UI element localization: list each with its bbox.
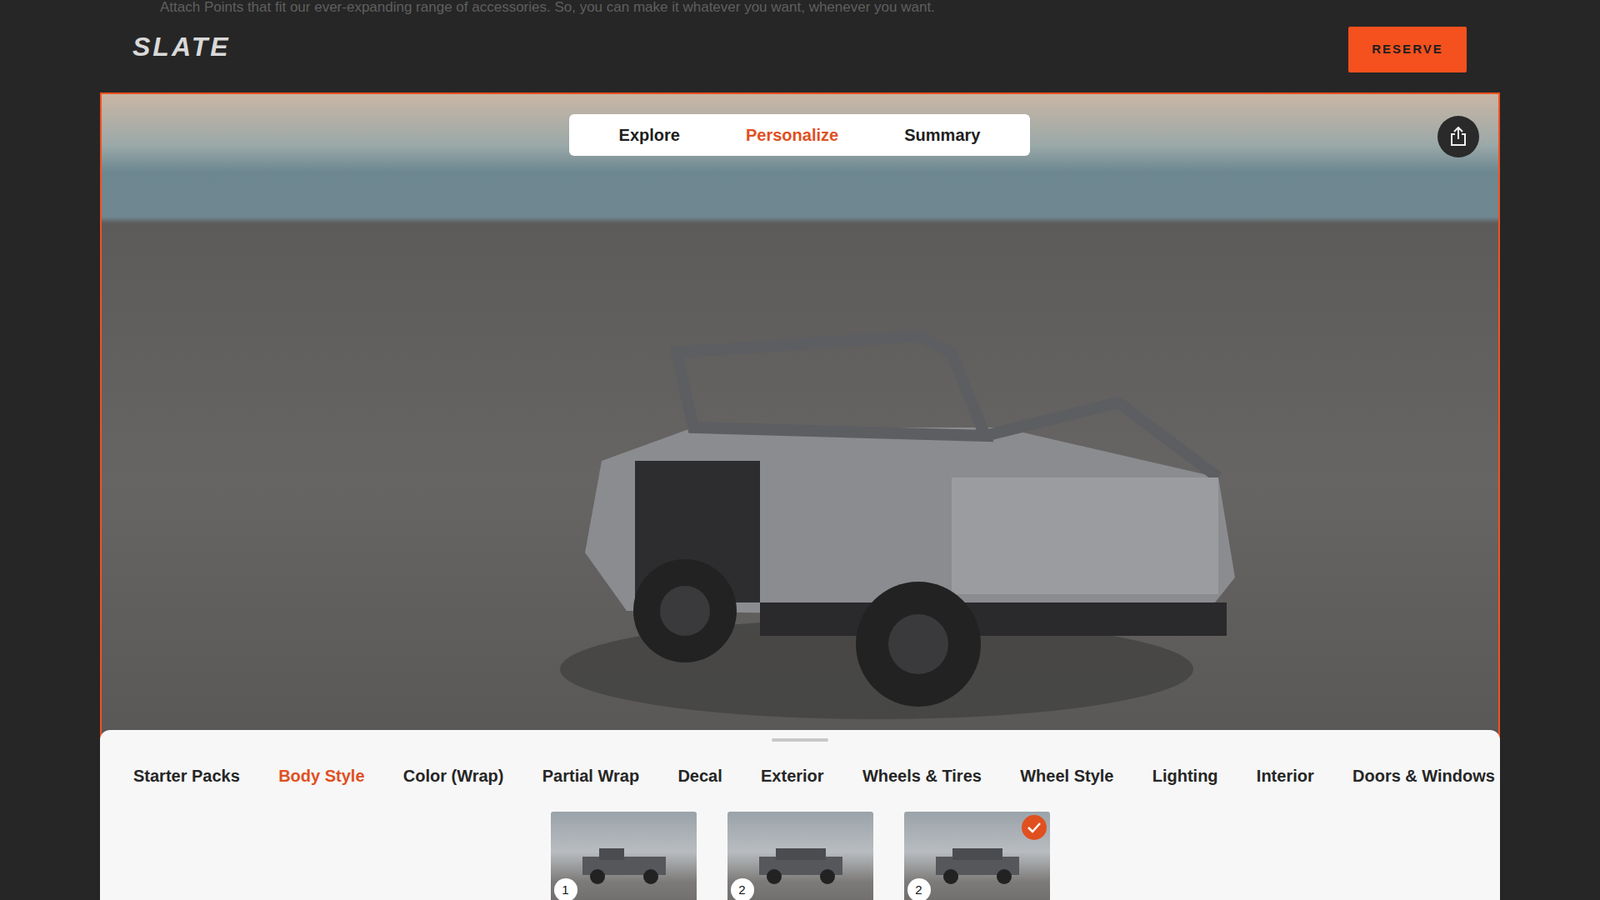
intro-text: Attach Points that fit our ever-expandin… [160,0,935,15]
slate-logo[interactable]: SLATE [132,33,231,60]
category-tab[interactable]: Wheels & Tires [862,760,982,792]
reserve-button[interactable]: RESERVE [1348,26,1467,73]
category-tab[interactable]: Partial Wrap [542,760,640,792]
truck-thumbnail [574,845,675,887]
site-header: Attach Points that fit our ever-expandin… [0,0,1600,93]
share-icon [1449,126,1468,147]
category-tab[interactable]: Starter Packs [133,760,240,792]
category-tab[interactable]: Color (Wrap) [403,760,505,792]
body-style-card[interactable]: 2 [904,811,1050,900]
vehicle-viewer[interactable]: Explore Personalize Summary [100,92,1500,740]
drag-handle[interactable] [771,738,829,742]
view-tabs: Explore Personalize Summary [569,114,1030,156]
view-tab[interactable]: Summary [895,115,989,155]
category-tab[interactable]: Lighting [1152,760,1219,792]
option-number-badge: 2 [730,878,755,900]
body-style-card[interactable]: 1 [550,811,697,900]
category-tab[interactable]: Decal [677,760,722,792]
category-tab[interactable]: Interior [1256,760,1315,792]
options-panel: Starter Packs Body Style Color (Wrap) Parti… [100,730,1500,900]
option-number-badge: 1 [554,878,578,900]
configurator: Explore Personalize Summary Starter Packs Bo… [100,92,1500,900]
category-tab[interactable]: Exterior [760,760,825,792]
truck-thumbnail [750,845,851,887]
category-tab[interactable]: Wheel Style [1020,760,1114,792]
view-tab[interactable]: Explore [610,115,689,155]
category-tab[interactable]: Doors & Windows [1352,760,1495,792]
truck-picture [485,302,1235,736]
body-style-options: 1 2 2 [550,811,1050,900]
option-number-badge: 2 [907,878,931,900]
body-style-card[interactable]: 2 [727,811,874,900]
category-tabs: Starter Packs Body Style Color (Wrap) Parti… [100,760,1500,792]
category-tab[interactable]: Body Style [278,760,365,792]
share-button[interactable] [1437,115,1480,158]
view-tab[interactable]: Personalize [737,115,847,155]
truck-thumbnail [927,845,1028,887]
check-icon [1021,815,1047,840]
